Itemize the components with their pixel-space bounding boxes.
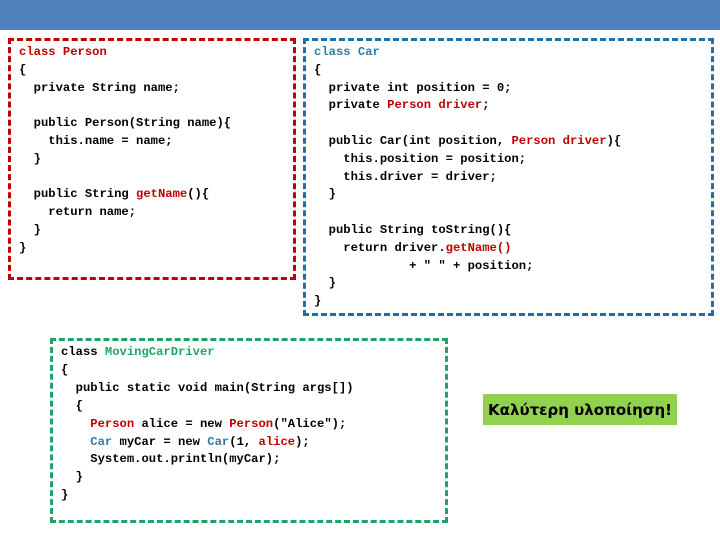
- code-token: }: [314, 276, 336, 291]
- code-token: {: [314, 62, 322, 77]
- code-token: this.name = name;: [19, 133, 173, 148]
- code-token: getName: [136, 187, 188, 202]
- code-token: System.out.println(myCar);: [61, 452, 281, 467]
- code-token: ("Alice");: [273, 416, 347, 431]
- code-token: private int position = 0;: [314, 80, 512, 95]
- code-token: }: [19, 222, 41, 237]
- callout-label: Καλύτερη υλοποίηση!: [488, 400, 672, 419]
- code-token: (){: [187, 187, 210, 202]
- code-token: public String toString(){: [314, 222, 512, 237]
- code-token: return name;: [19, 205, 137, 220]
- code-token: private: [314, 98, 388, 113]
- code-token: this.driver = driver;: [314, 169, 497, 184]
- code-text-car: class Car { private int position = 0; pr…: [314, 44, 707, 311]
- code-token: alice: [258, 434, 296, 449]
- code-text-moving-car-driver: class MovingCarDriver { public static vo…: [61, 344, 441, 505]
- code-token: + " " + position;: [314, 258, 534, 273]
- code-token: Car: [207, 434, 230, 449]
- code-token: Car: [90, 434, 113, 449]
- code-token: }: [314, 187, 336, 202]
- code-token: {: [61, 362, 69, 377]
- code-token: this.position = position;: [314, 151, 527, 166]
- code-token: }: [19, 151, 41, 166]
- code-token: public Car(int position,: [314, 133, 512, 148]
- code-token: }: [314, 294, 322, 309]
- code-token: public Person(String name){: [19, 116, 232, 131]
- code-token: alice = new: [134, 416, 230, 431]
- code-block-car: class Car { private int position = 0; pr…: [303, 38, 714, 316]
- code-token: class Car: [314, 45, 380, 59]
- slide-canvas: class Person { private String name; publ…: [0, 0, 720, 540]
- code-text-person: class Person { private String name; publ…: [19, 44, 289, 258]
- code-token: );: [295, 434, 310, 449]
- code-token: }: [19, 240, 27, 255]
- code-token: (1,: [229, 434, 259, 449]
- code-token: public String: [19, 187, 137, 202]
- code-token: public static void main(String args[]): [61, 380, 354, 395]
- code-token: myCar = new: [112, 434, 208, 449]
- code-token: {: [61, 398, 83, 413]
- code-token: MovingCarDriver: [104, 345, 215, 359]
- slide-top-bar: [0, 0, 720, 30]
- code-token: ){: [606, 133, 622, 148]
- code-block-moving-car-driver: class MovingCarDriver { public static vo…: [50, 338, 448, 523]
- code-block-person: class Person { private String name; publ…: [8, 38, 296, 280]
- callout-better-implementation: Καλύτερη υλοποίηση!: [483, 394, 677, 425]
- code-token: Person: [90, 416, 135, 431]
- code-token: }: [61, 470, 83, 485]
- code-token: class: [61, 345, 105, 359]
- code-token: Person driver: [387, 98, 483, 113]
- code-token: {: [19, 62, 27, 77]
- code-token: ;: [482, 98, 490, 113]
- code-token: private String name;: [19, 80, 180, 95]
- code-token: class Person: [19, 45, 107, 59]
- code-token: Person: [229, 416, 274, 431]
- code-token: return driver.: [314, 240, 446, 255]
- code-token: }: [61, 488, 69, 503]
- code-token: Person driver: [511, 133, 607, 148]
- code-token: getName(): [445, 240, 512, 255]
